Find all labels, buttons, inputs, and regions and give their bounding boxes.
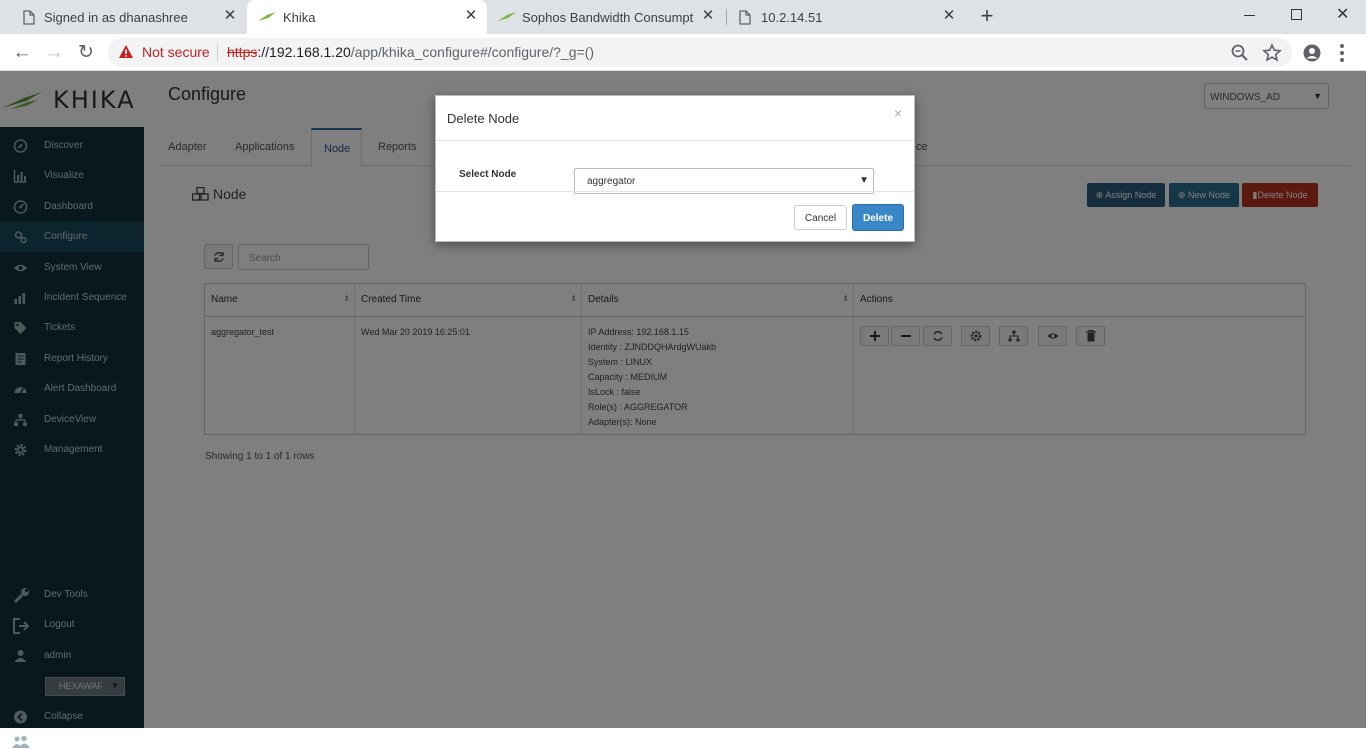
cancel-button[interactable]: Cancel <box>794 205 847 230</box>
browser-tab[interactable]: Sophos Bandwidth Consumption ✕ <box>488 0 724 34</box>
browser-tab[interactable]: Signed in as dhanashree ✕ <box>0 0 246 34</box>
browser-tab[interactable]: 10.2.14.51 ✕ <box>727 0 965 34</box>
close-icon[interactable]: × <box>894 105 902 121</box>
browser-toolbar: ← → ↻ Not secure https://192.168.1.20/ap… <box>0 34 1366 71</box>
khika-favicon <box>498 12 516 21</box>
close-icon[interactable]: ✕ <box>700 8 716 24</box>
close-icon[interactable]: ✕ <box>463 8 479 24</box>
url-scheme: https <box>227 44 258 60</box>
star-icon[interactable] <box>1262 43 1282 63</box>
new-tab-button[interactable]: + <box>977 4 997 28</box>
khika-favicon <box>258 12 276 21</box>
zoom-icon[interactable] <box>1230 43 1250 63</box>
forward-icon[interactable]: → <box>41 40 67 66</box>
tab-title: Signed in as dhanashree <box>44 9 188 25</box>
delete-node-dialog: Delete Node × Select Node aggregator ▼ C… <box>435 95 915 242</box>
tab-title: Khika <box>283 9 316 25</box>
khika-app: KHIKA Discover Visualize Dashboard Confi… <box>0 71 1366 748</box>
browser-tab-bar: Signed in as dhanashree ✕ Khika ✕ Sophos… <box>0 0 1366 34</box>
tab-title: Sophos Bandwidth Consumption <box>522 9 694 25</box>
close-icon[interactable]: ✕ <box>941 8 957 24</box>
close-icon[interactable]: ✕ <box>222 8 238 24</box>
dialog-divider <box>436 140 914 141</box>
caret-down-icon: ▼ <box>859 175 869 186</box>
document-icon <box>23 10 35 25</box>
warning-icon <box>119 45 133 58</box>
url-text: https://192.168.1.20/app/khika_configure… <box>227 44 594 60</box>
minimize-icon[interactable] <box>1244 15 1255 16</box>
back-icon[interactable]: ← <box>9 40 35 66</box>
window-close-icon[interactable]: ✕ <box>1336 4 1349 24</box>
account-icon[interactable] <box>1302 43 1322 63</box>
menu-icon[interactable] <box>1340 44 1344 62</box>
document-icon <box>739 10 751 25</box>
confirm-delete-button[interactable]: Delete <box>852 204 904 231</box>
url-divider <box>217 44 218 61</box>
users-icon <box>12 735 30 748</box>
address-bar[interactable]: Not secure https://192.168.1.20/app/khik… <box>108 38 1292 67</box>
url-path: /app/khika_configure#/configure/?_g=() <box>350 44 594 60</box>
dialog-title: Delete Node <box>447 111 520 126</box>
dialog-divider <box>436 191 914 192</box>
restore-icon[interactable] <box>1291 9 1302 20</box>
not-secure-label: Not secure <box>142 44 210 60</box>
tab-title: 10.2.14.51 <box>761 9 823 25</box>
browser-tab-active[interactable]: Khika ✕ <box>247 0 487 34</box>
url-host: ://192.168.1.20 <box>257 44 351 60</box>
select-node-label: Select Node <box>459 169 517 180</box>
node-select-value: aggregator <box>587 176 636 187</box>
reload-icon[interactable]: ↻ <box>73 40 99 66</box>
